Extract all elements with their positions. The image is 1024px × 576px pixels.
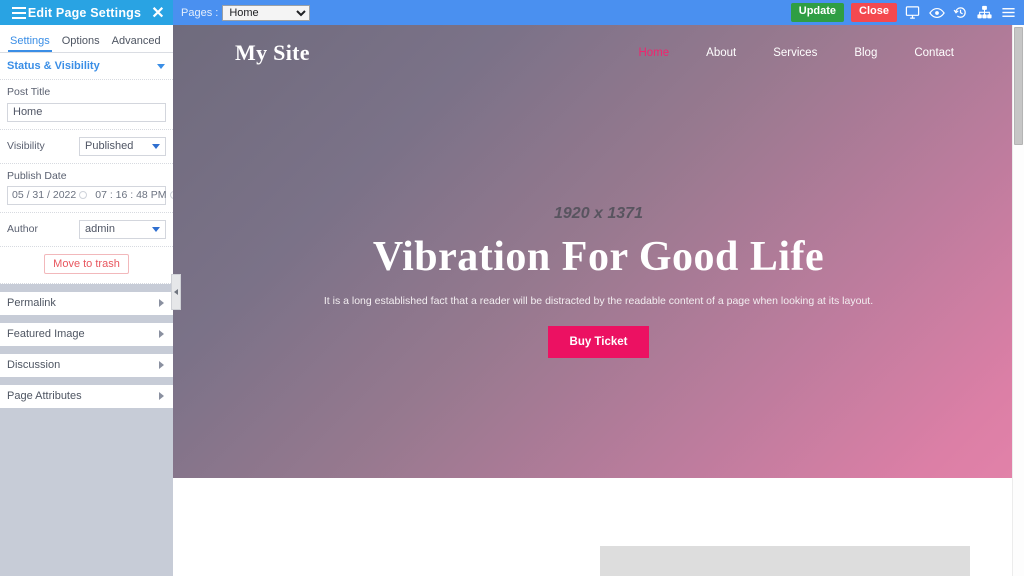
trash-row: Move to trash [0,247,173,284]
visibility-label: Visibility [7,140,45,152]
pages-select[interactable]: Home [222,4,311,21]
content-placeholder-block [600,546,970,576]
sidebar-tabs: Settings Options Advanced [0,25,173,53]
publish-date-field-row: Publish Date 05 / 31 / 2022 07 : 16 : 48… [0,164,173,213]
settings-sidebar: Settings Options Advanced Status & Visib… [0,25,173,576]
desktop-preview-icon[interactable] [904,4,921,21]
top-toolbar: Edit Page Settings ✕ Pages : Home Update… [0,0,1024,25]
post-title-field-row: Post Title [0,80,173,130]
buy-ticket-button[interactable]: Buy Ticket [547,326,650,359]
clear-date-icon[interactable] [79,191,88,199]
move-to-trash-button[interactable]: Move to trash [44,253,129,274]
status-visibility-header[interactable]: Status & Visibility [0,53,173,80]
hero-dimensions-label: 1920 x 1371 [554,205,643,222]
hero-section: My Site Home About Services Blog Contact… [173,25,1024,478]
publish-date-value[interactable]: 05 / 31 / 2022 [12,189,76,201]
toolbar-right-section: Pages : Home Update Close [173,0,1024,25]
author-select[interactable]: admin [79,219,166,239]
sitemap-icon[interactable] [976,4,993,21]
chevron-right-icon [159,361,164,369]
accordion-label: Permalink [7,297,56,309]
chevron-left-icon [174,289,178,295]
site-preview: My Site Home About Services Blog Contact… [173,25,1024,576]
nav-link-services[interactable]: Services [773,47,817,59]
tab-options[interactable]: Options [57,35,107,52]
site-logo[interactable]: My Site [235,40,310,66]
page-title: Edit Page Settings [27,5,142,20]
hero-title: Vibration For Good Life [372,234,825,280]
nav-link-blog[interactable]: Blog [854,47,877,59]
nav-link-about[interactable]: About [706,47,736,59]
chevron-right-icon [159,330,164,338]
chevron-down-icon [152,226,160,232]
update-button[interactable]: Update [790,3,845,22]
accordion-permalink[interactable]: Permalink [0,291,173,315]
author-label: Author [7,223,38,235]
publish-date-input[interactable]: 05 / 31 / 2022 07 : 16 : 48 PM [7,185,173,205]
hero-subtitle: It is a long established fact that a rea… [323,295,874,308]
scrollbar-thumb[interactable] [1014,27,1023,145]
author-value: admin [85,223,115,235]
close-button[interactable]: Close [851,3,897,22]
toolbar-actions: Update Close [790,3,1024,22]
clear-time-icon[interactable] [169,191,173,199]
accordion-featured-image[interactable]: Featured Image [0,322,173,346]
eye-preview-icon[interactable] [928,4,945,21]
site-navbar: My Site Home About Services Blog Contact [173,25,1024,80]
visibility-select[interactable]: Published [79,136,166,156]
nav-link-contact[interactable]: Contact [914,47,954,59]
chevron-down-icon[interactable] [157,63,165,69]
publish-meridiem[interactable]: PM [151,189,167,201]
below-hero-section [173,478,1024,576]
status-visibility-panel: Status & Visibility Post Title Visibilit… [0,53,173,284]
post-title-label: Post Title [7,86,51,98]
sidebar-collapse-handle[interactable] [171,274,181,310]
menu-icon[interactable] [1000,4,1017,21]
nav-links: Home About Services Blog Contact [638,47,954,59]
accordion-label: Discussion [7,359,61,371]
publish-time-value[interactable]: 07 : 16 : 48 [95,189,148,201]
author-field-row: Author admin [0,213,173,247]
status-visibility-title: Status & Visibility [7,60,100,72]
toolbar-left-section: Edit Page Settings ✕ [0,0,173,25]
preview-scrollbar[interactable] [1012,25,1024,576]
chevron-right-icon [159,392,164,400]
chevron-right-icon [159,299,164,307]
publish-date-label: Publish Date [7,169,67,182]
accordion-label: Featured Image [7,328,85,340]
visibility-value: Published [85,140,134,152]
accordion-label: Page Attributes [7,390,82,402]
chevron-down-icon [152,143,160,149]
post-title-input[interactable] [7,102,166,122]
tab-advanced[interactable]: Advanced [107,35,168,52]
pages-label: Pages : [181,6,219,19]
tab-settings[interactable]: Settings [5,35,57,52]
revision-history-icon[interactable] [952,4,969,21]
accordion-page-attributes[interactable]: Page Attributes [0,384,173,408]
hero-content: 1920 x 1371 Vibration For Good Life It i… [173,205,1024,359]
visibility-field-row: Visibility Published [0,130,173,164]
close-x-icon[interactable]: ✕ [143,0,173,25]
nav-link-home[interactable]: Home [638,47,669,59]
accordion-discussion[interactable]: Discussion [0,353,173,377]
